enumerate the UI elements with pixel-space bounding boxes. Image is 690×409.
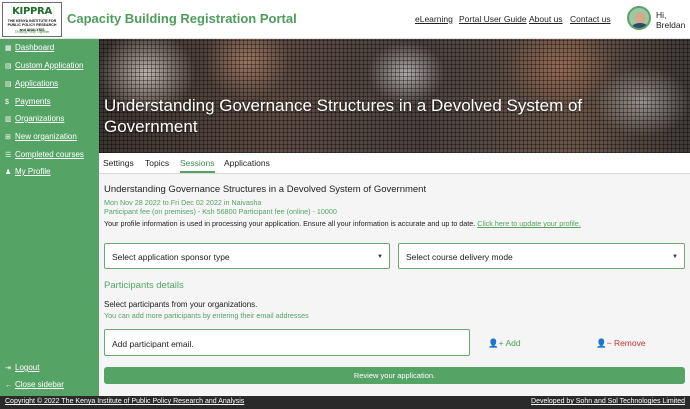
avatar-body xyxy=(631,23,649,28)
review-application-button[interactable]: Review your application. xyxy=(104,367,685,384)
delivery-mode-select[interactable]: Select course delivery mode ▼ xyxy=(398,243,685,269)
dashboard-icon: ▦ xyxy=(5,45,12,52)
banner-title: Understanding Governance Structures in a… xyxy=(104,96,583,136)
list-icon: ☰ xyxy=(5,152,12,159)
user-icon: ♟ xyxy=(5,169,12,176)
logo-tagline: Thinking Policy Together xyxy=(14,30,50,34)
top-header: KIPPRA THE KENYA INSTITUTE FOR PUBLIC PO… xyxy=(0,0,690,39)
document-icon: ▤ xyxy=(5,81,12,88)
plus-icon: ⊞ xyxy=(5,134,11,141)
course-title: Understanding Governance Structures in a… xyxy=(104,184,427,195)
sponsor-type-select[interactable]: Select application sponsor type ▼ xyxy=(104,243,390,269)
document-icon: ▤ xyxy=(5,63,12,70)
sidebar-item-label: Applications xyxy=(15,79,59,88)
profile-info: Your profile information is used in proc… xyxy=(104,219,581,228)
dollar-icon: $ xyxy=(5,99,9,106)
participant-email-input[interactable]: Add participant email. xyxy=(104,329,470,356)
sidebar-item-logout[interactable]: ⇥ Logout xyxy=(5,363,39,372)
sidebar-item-label: Logout xyxy=(15,363,40,372)
course-tabs: Settings Topics Sessions Applications xyxy=(99,153,690,174)
course-fees: Participant fee (on premises) - Ksh 5680… xyxy=(104,207,337,216)
footer-developer[interactable]: Developed by Sohn and Sol Technologies L… xyxy=(531,398,685,405)
sidebar-item-label: My Profile xyxy=(15,167,51,176)
sidebar: ▦ Dashboard ▤ Custom Application ▤ Applicat… xyxy=(0,39,99,396)
remove-user-icon: 👤− xyxy=(596,338,612,348)
sidebar-item-label: Custom Application xyxy=(15,61,84,70)
participants-heading: Participants details xyxy=(104,280,184,291)
delivery-mode-value: Select course delivery mode xyxy=(406,252,513,262)
sidebar-item-label: Completed courses xyxy=(15,150,84,159)
course-banner: Understanding Governance Structures in a… xyxy=(99,39,690,153)
sidebar-item-label: Organizations xyxy=(15,114,65,123)
sidebar-item-completed-courses[interactable]: ☰ Completed courses xyxy=(5,150,84,159)
participant-email-placeholder: Add participant email. xyxy=(112,339,194,349)
greeting-text: Hi, xyxy=(656,10,667,20)
tab-settings[interactable]: Settings xyxy=(103,158,134,168)
logout-icon: ⇥ xyxy=(5,365,11,372)
footer: Copyright © 2022 The Kenya Institute of … xyxy=(0,396,690,409)
sidebar-item-label: Payments xyxy=(15,97,51,106)
sidebar-item-applications[interactable]: ▤ Applications xyxy=(5,79,58,88)
tab-sessions[interactable]: Sessions xyxy=(180,158,215,173)
sidebar-item-new-organization[interactable]: ⊞ New organization xyxy=(5,132,77,141)
update-profile-link[interactable]: Click here to update your profile. xyxy=(477,219,580,228)
remove-label: Remove xyxy=(613,338,646,348)
user-avatar[interactable] xyxy=(627,6,651,30)
add-participant-button[interactable]: 👤+ Add xyxy=(488,338,521,349)
participants-hint: You can add more participants by enterin… xyxy=(104,311,309,320)
sidebar-item-label: Dashboard xyxy=(15,43,55,52)
sidebar-item-close-sidebar[interactable]: ← Close sidebar xyxy=(5,380,64,389)
sidebar-item-dashboard[interactable]: ▦ Dashboard xyxy=(5,43,54,52)
sidebar-item-label: New organization xyxy=(15,132,77,141)
nav-about-us[interactable]: About us xyxy=(529,14,563,24)
sidebar-item-custom-application[interactable]: ▤ Custom Application xyxy=(5,61,83,70)
tab-topics[interactable]: Topics xyxy=(145,158,169,168)
chevron-down-icon: ▼ xyxy=(672,254,678,260)
user-name: Breldan xyxy=(656,20,686,30)
application-form: Understanding Governance Structures in a… xyxy=(99,174,690,396)
portal-title: Capacity Building Registration Portal xyxy=(67,11,297,26)
user-greeting: Hi, Breldan xyxy=(656,10,685,30)
add-label: Add xyxy=(505,338,521,348)
course-dates: Mon Nov 28 2022 to Fri Dec 02 2022 in Na… xyxy=(104,198,262,207)
participants-instruction: Select participants from your organizati… xyxy=(104,300,258,309)
kippra-logo[interactable]: KIPPRA THE KENYA INSTITUTE FOR PUBLIC PO… xyxy=(2,2,62,37)
profile-info-text: Your profile information is used in proc… xyxy=(104,219,476,228)
sidebar-item-organizations[interactable]: ▥ Organizations xyxy=(5,114,64,123)
building-icon: ▥ xyxy=(5,116,12,123)
remove-participant-button[interactable]: 👤− Remove xyxy=(596,338,646,349)
footer-copyright[interactable]: Copyright © 2022 The Kenya Institute of … xyxy=(5,398,244,405)
sidebar-item-label: Close sidebar xyxy=(15,380,64,389)
chevron-down-icon: ▼ xyxy=(377,254,383,260)
add-user-icon: 👤+ xyxy=(488,338,504,348)
arrow-left-icon: ← xyxy=(5,382,12,389)
nav-elearning[interactable]: eLearning xyxy=(415,14,453,24)
sponsor-type-value: Select application sponsor type xyxy=(112,252,230,262)
nav-portal-user-guide[interactable]: Portal User Guide xyxy=(459,14,527,24)
logo-mark: KIPPRA xyxy=(5,5,59,18)
nav-contact-us[interactable]: Contact us xyxy=(570,14,611,24)
sidebar-item-my-profile[interactable]: ♟ My Profile xyxy=(5,167,51,176)
sidebar-item-payments[interactable]: $ Payments xyxy=(5,97,51,106)
tab-applications[interactable]: Applications xyxy=(224,158,270,168)
